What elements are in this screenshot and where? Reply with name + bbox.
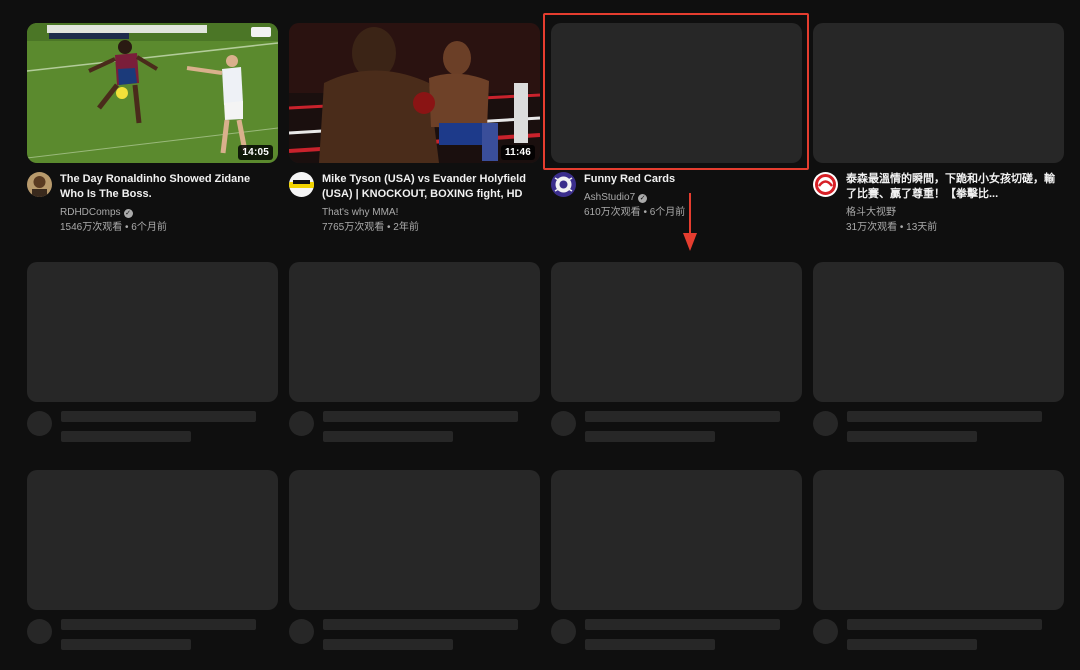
verified-icon: ✓ xyxy=(638,194,648,203)
video-card-tyson[interactable]: 11:46 Mike Tyson (USA) vs Evander Holyfi… xyxy=(289,23,540,240)
video-stats: 1546万次观看 • 6个月前 xyxy=(60,222,167,233)
skeleton-title-line xyxy=(847,619,1042,630)
skeleton-avatar xyxy=(551,619,576,644)
skeleton-card xyxy=(27,470,278,670)
skeleton-title-line xyxy=(61,619,256,630)
skeleton-card xyxy=(551,262,802,479)
channel-avatar-image xyxy=(813,172,838,197)
skeleton-thumbnail xyxy=(27,262,278,402)
video-title[interactable]: 泰森最溫情的瞬間，下跪和小女孩切磋，輸了比賽、贏了尊重！【拳擊比... xyxy=(846,172,1060,202)
skeleton-thumbnail xyxy=(27,470,278,610)
skeleton-thumbnail xyxy=(813,470,1064,610)
video-card-funny-red-cards[interactable]: Funny Red Cards AshStudio7 ✓ 610万次观看 • 6个… xyxy=(551,23,802,240)
skeleton-subtitle-line xyxy=(61,431,191,442)
skeleton-title-line xyxy=(585,619,780,630)
video-stats: 610万次观看 • 6个月前 xyxy=(584,207,686,218)
channel-name-row[interactable]: AshStudio7 ✓ xyxy=(584,191,648,204)
skeleton-card xyxy=(813,470,1064,670)
skeleton-avatar xyxy=(551,411,576,436)
video-duration: 11:46 xyxy=(500,145,535,160)
skeleton-card xyxy=(813,262,1064,479)
channel-name-row[interactable]: That's why MMA! xyxy=(322,206,398,219)
verified-icon: ✓ xyxy=(123,209,133,218)
channel-avatar-image xyxy=(27,172,52,197)
channel-name[interactable]: That's why MMA! xyxy=(322,207,398,218)
skeleton-thumbnail xyxy=(551,470,802,610)
channel-name[interactable]: 格斗大视野 xyxy=(846,207,896,218)
skeleton-subtitle-line xyxy=(585,431,715,442)
video-stats: 7765万次观看 • 2年前 xyxy=(322,222,419,233)
skeleton-thumbnail xyxy=(813,262,1064,402)
skeleton-avatar xyxy=(27,619,52,644)
channel-avatar[interactable] xyxy=(551,172,576,197)
skeleton-title-line xyxy=(847,411,1042,422)
skeleton-card xyxy=(27,262,278,479)
video-stats: 31万次观看 • 13天前 xyxy=(846,222,938,233)
annotation-arrow-down-icon xyxy=(683,193,697,251)
skeleton-subtitle-line xyxy=(323,639,453,650)
channel-name[interactable]: RDHDComps xyxy=(60,207,121,218)
video-card-tyson-girl[interactable]: 泰森最溫情的瞬間，下跪和小女孩切磋，輸了比賽、贏了尊重！【拳擊比... 格斗大视… xyxy=(813,23,1064,240)
channel-name-row[interactable]: 格斗大视野 xyxy=(846,206,896,219)
video-title[interactable]: Funny Red Cards xyxy=(584,172,798,187)
skeleton-subtitle-line xyxy=(585,639,715,650)
skeleton-card xyxy=(551,470,802,670)
skeleton-subtitle-line xyxy=(847,639,977,650)
video-thumbnail[interactable]: 11:46 xyxy=(289,23,540,163)
skeleton-card xyxy=(289,262,540,479)
skeleton-title-line xyxy=(323,411,518,422)
skeleton-thumbnail xyxy=(289,470,540,610)
video-thumbnail-loading[interactable] xyxy=(813,23,1064,163)
video-grid-page: 14:05 The Day Ronaldinho Showed Zidane W… xyxy=(0,0,1080,670)
skeleton-subtitle-line xyxy=(61,639,191,650)
skeleton-avatar xyxy=(289,411,314,436)
skeleton-avatar xyxy=(289,619,314,644)
skeleton-title-line xyxy=(61,411,256,422)
video-title[interactable]: Mike Tyson (USA) vs Evander Holyfield (U… xyxy=(322,172,536,202)
skeleton-avatar xyxy=(813,411,838,436)
skeleton-avatar xyxy=(813,619,838,644)
skeleton-subtitle-line xyxy=(323,431,453,442)
skeleton-card xyxy=(289,470,540,670)
channel-avatar[interactable] xyxy=(813,172,838,197)
video-duration: 14:05 xyxy=(238,145,273,160)
skeleton-avatar xyxy=(27,411,52,436)
channel-avatar[interactable] xyxy=(289,172,314,197)
channel-avatar-image xyxy=(289,172,314,197)
channel-name[interactable]: AshStudio7 xyxy=(584,192,635,203)
video-title[interactable]: The Day Ronaldinho Showed Zidane Who Is … xyxy=(60,172,274,202)
video-thumbnail[interactable]: 14:05 xyxy=(27,23,278,163)
skeleton-subtitle-line xyxy=(847,431,977,442)
video-thumbnail-loading[interactable] xyxy=(551,23,802,163)
video-card-ronaldinho[interactable]: 14:05 The Day Ronaldinho Showed Zidane W… xyxy=(27,23,278,240)
skeleton-thumbnail xyxy=(289,262,540,402)
channel-name-row[interactable]: RDHDComps ✓ xyxy=(60,206,133,219)
skeleton-title-line xyxy=(585,411,780,422)
channel-avatar-image xyxy=(551,172,576,197)
skeleton-thumbnail xyxy=(551,262,802,402)
channel-avatar[interactable] xyxy=(27,172,52,197)
skeleton-title-line xyxy=(323,619,518,630)
soccer-field-image xyxy=(27,23,278,163)
boxing-match-image xyxy=(289,23,540,163)
